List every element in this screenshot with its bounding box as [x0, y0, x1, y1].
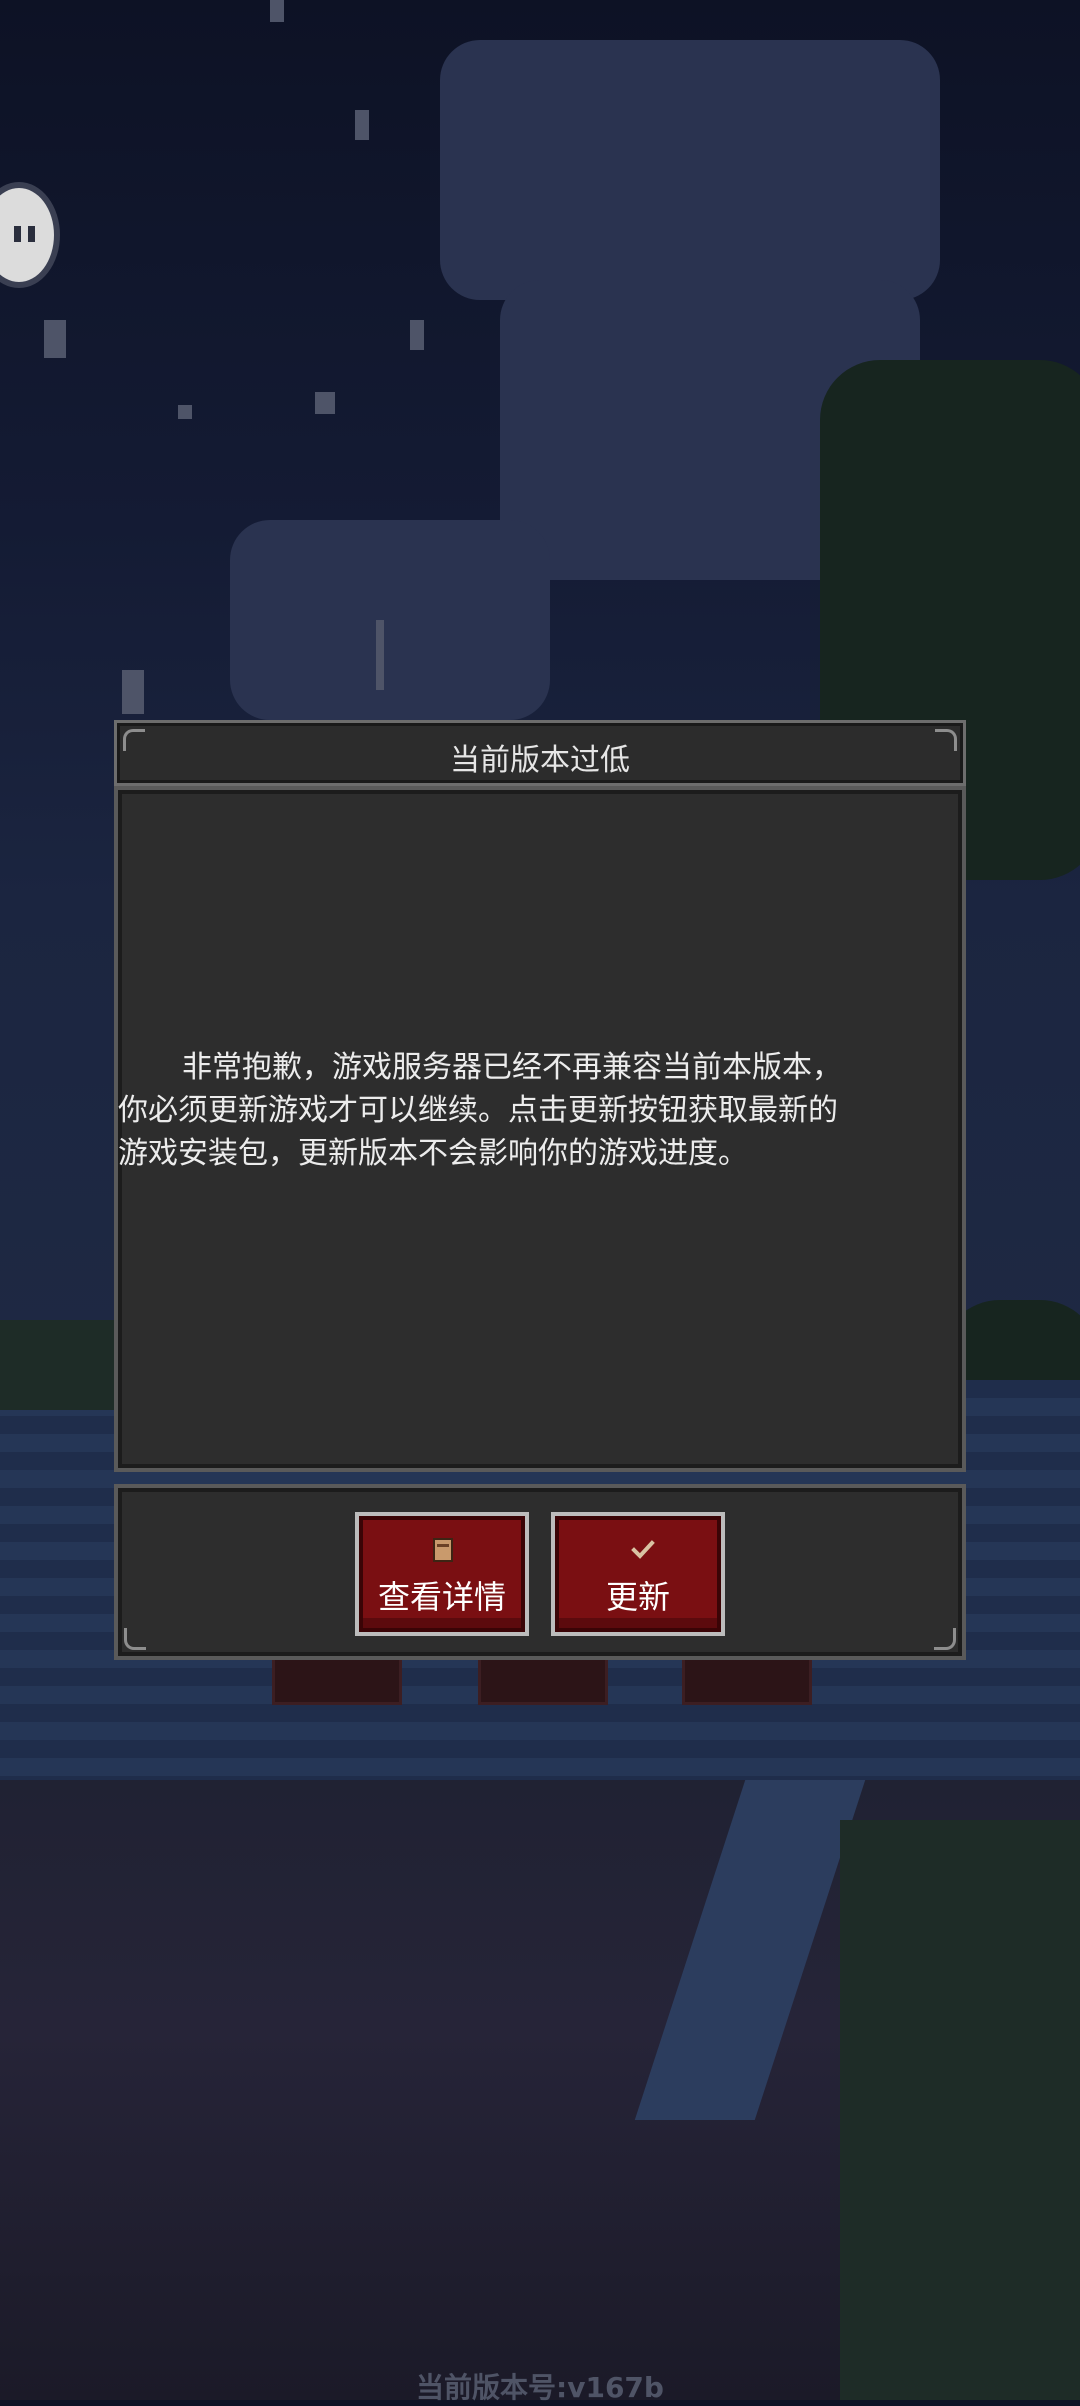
- corner-ornament: [934, 1628, 956, 1650]
- cloud: [230, 520, 550, 720]
- star: [44, 320, 66, 358]
- view-details-button[interactable]: 查看详情: [355, 1512, 529, 1636]
- cloud: [440, 40, 940, 300]
- book-icon: [433, 1538, 453, 1562]
- view-details-label: 查看详情: [377, 1578, 506, 1616]
- update-button[interactable]: 更新: [551, 1512, 725, 1636]
- version-label: 当前版本号:v167b: [416, 2371, 664, 2404]
- dialog-message: 非常抱歉，游戏服务器已经不再兼容当前本版本，你必须更新游戏才可以继续。点击更新按…: [118, 1050, 842, 1171]
- star: [122, 670, 144, 714]
- dialog-footer: [114, 1484, 966, 1660]
- star: [315, 392, 335, 414]
- update-label: 更新: [605, 1578, 670, 1616]
- star: [376, 620, 384, 690]
- corner-ornament: [124, 1628, 146, 1650]
- check-icon: [631, 1540, 655, 1559]
- star: [410, 320, 424, 350]
- cliff: [840, 1820, 1080, 2400]
- star: [178, 405, 192, 419]
- star: [270, 0, 284, 22]
- dialog-title: 当前版本过低: [450, 743, 630, 778]
- star: [355, 110, 369, 140]
- dialog-header: 当前版本过低: [114, 720, 966, 786]
